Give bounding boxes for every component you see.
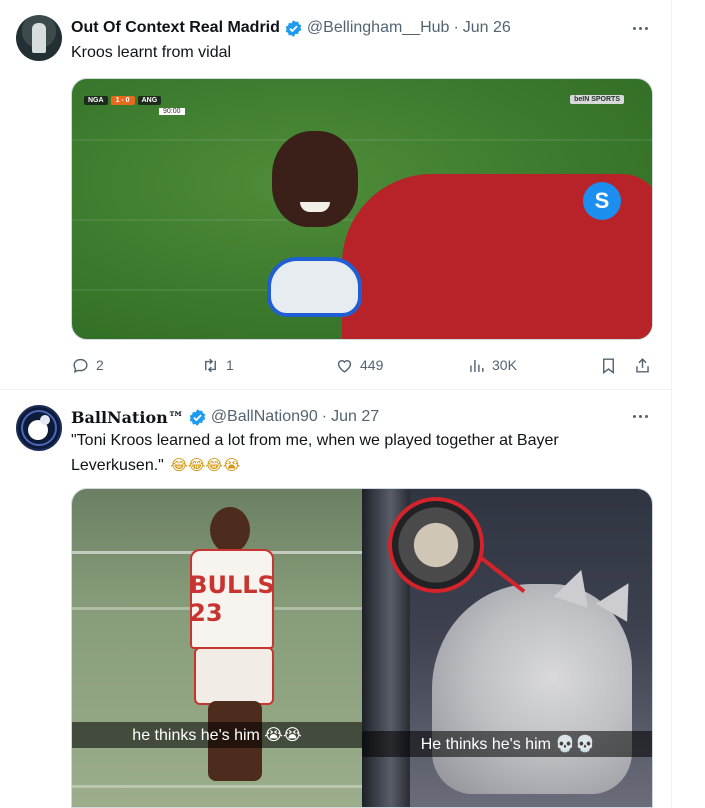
tweet-actions: 2 1 449 30K (71, 355, 657, 375)
tweet-media-image[interactable]: BULLS 23 he thinks he's him 😭😭 He thinks… (71, 488, 653, 808)
like-count: 449 (360, 357, 384, 373)
avatar[interactable] (16, 405, 62, 451)
player-head (210, 507, 250, 553)
heart-icon (337, 359, 352, 373)
tweet-date[interactable]: Jun 27 (331, 408, 379, 426)
meme-right-panel: He thinks he's him 💀💀 (362, 489, 652, 807)
verified-badge-icon (189, 408, 206, 426)
player-shorts (194, 647, 274, 705)
tweet-date[interactable]: Jun 26 (463, 19, 511, 37)
more-options-icon[interactable] (629, 405, 651, 427)
author-name[interactable]: BallNation™ (71, 408, 184, 427)
bookmark-button[interactable] (599, 355, 618, 375)
scoreboard-away-team: ANG (137, 95, 162, 105)
highlight-arrow (478, 555, 526, 594)
views-button[interactable]: 30K (467, 355, 517, 375)
reply-icon (73, 358, 88, 373)
retweet-icon (205, 358, 216, 372)
scoreboard-clock: 90:00 (159, 108, 185, 115)
reply-button[interactable]: 2 (71, 355, 104, 375)
view-count: 30K (492, 357, 517, 373)
player-head (272, 131, 358, 227)
scoreboard-score: 1 - 0 (110, 95, 135, 105)
tweet-emoji: 😂😂😂😭 (170, 456, 241, 474)
share-button[interactable] (633, 355, 652, 375)
goalkeeper-glove (267, 257, 362, 317)
avatar[interactable] (16, 15, 62, 61)
timeline: Out Of Context Real Madrid @Bellingham__… (0, 0, 672, 808)
tweet-text: Kroos learnt from vidal (71, 44, 232, 61)
scoreboard-home-team: NGA (84, 95, 108, 105)
separator-dot: · (321, 408, 328, 425)
author-name[interactable]: Out Of Context Real Madrid (71, 19, 280, 37)
tweet-text-body: "Toni Kroos learned a lot from me, when … (71, 432, 559, 474)
tweet-header: Out Of Context Real Madrid @Bellingham__… (71, 17, 511, 39)
shazam-icon[interactable]: S (583, 182, 621, 220)
separator-dot: · (453, 19, 459, 36)
meme-caption-left: he thinks he's him 😭😭 (72, 722, 362, 748)
meme-left-panel: BULLS 23 he thinks he's him 😭😭 (72, 489, 362, 807)
scoreboard-overlay: NGA 1 - 0 ANG (84, 93, 162, 107)
author-handle[interactable]: @Bellingham__Hub (307, 19, 450, 37)
avatar-player-silhouette (40, 415, 50, 425)
broadcaster-logo: beIN SPORTS (570, 95, 624, 104)
highlight-circle (388, 497, 484, 593)
reply-count: 2 (96, 357, 104, 373)
tweet-text: "Toni Kroos learned a lot from me, when … (71, 429, 651, 478)
verified-badge-icon (285, 19, 302, 37)
field-stripe (72, 139, 652, 141)
bookmark-icon (603, 357, 614, 374)
share-icon (636, 357, 649, 373)
meme-caption-right: He thinks he's him 💀💀 (362, 731, 652, 757)
like-button[interactable]: 449 (335, 355, 383, 375)
views-chart-icon (470, 359, 484, 372)
retweet-count: 1 (226, 357, 234, 373)
court-line (72, 785, 362, 788)
retweet-button[interactable]: 1 (201, 355, 234, 375)
avatar-figure (32, 23, 46, 53)
cat-silhouette (432, 584, 632, 794)
author-handle[interactable]: @BallNation90 (211, 408, 318, 426)
more-options-icon[interactable] (629, 17, 651, 39)
tweet-header: BallNation™ @BallNation90 · Jun 27 (71, 406, 379, 428)
bulls-jersey: BULLS 23 (189, 549, 275, 649)
tweet-media-image[interactable]: NGA 1 - 0 ANG 90:00 beIN SPORTS S (71, 78, 653, 340)
